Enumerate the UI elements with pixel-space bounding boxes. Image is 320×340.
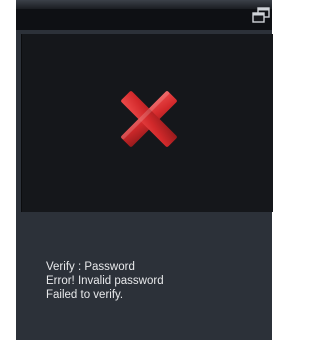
dialog-panel: Verify : Password Error! Invalid passwor… (16, 30, 273, 340)
status-line-verify: Verify : Password (46, 261, 135, 273)
status-message: Verify : Password Error! Invalid passwor… (46, 260, 164, 302)
verify-dialog: { "titlebar": { "icon": "window-restore-… (0, 0, 273, 340)
error-x-icon (114, 84, 184, 154)
status-line-error: Error! Invalid password (46, 275, 164, 287)
title-bar (16, 0, 272, 30)
result-image-frame (21, 34, 273, 212)
window-restore-icon[interactable] (252, 7, 270, 23)
status-line-result: Failed to verify. (46, 289, 124, 301)
title-bar-sheen (16, 0, 272, 9)
